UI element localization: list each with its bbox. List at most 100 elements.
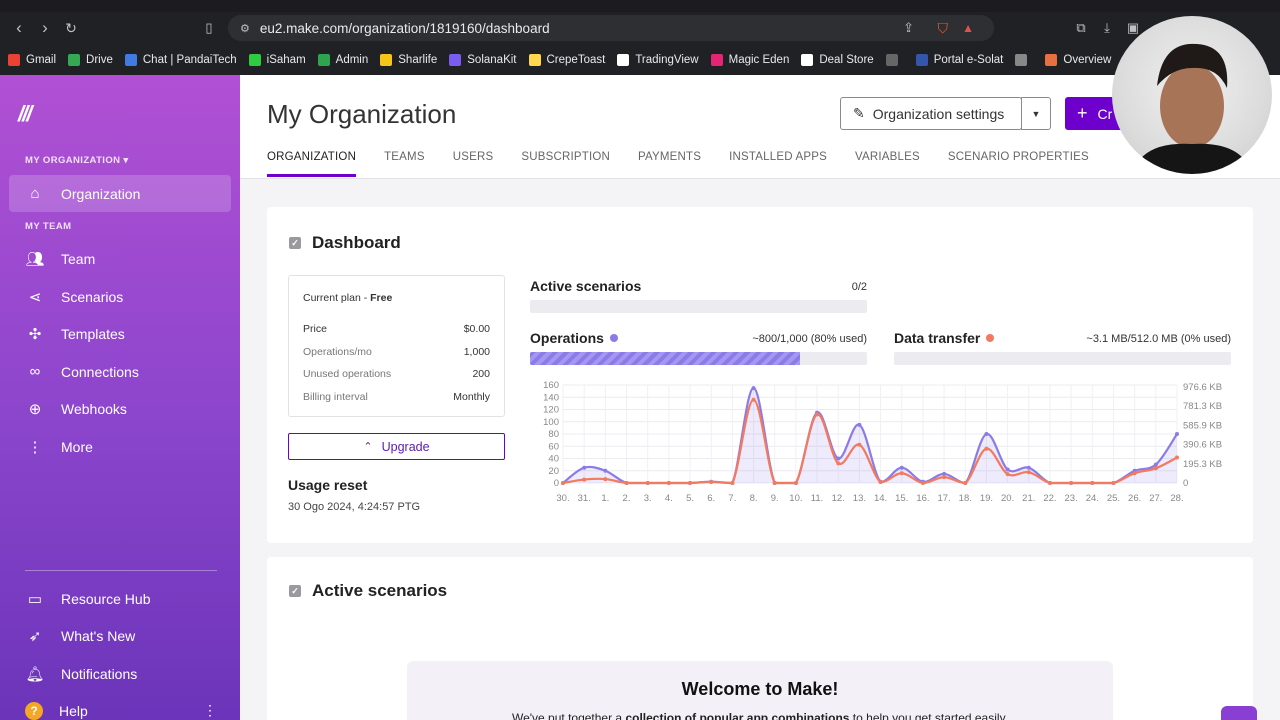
collapse-icon[interactable]: ✓ <box>289 585 301 597</box>
y2-tick-label: 585.9 KB <box>1183 420 1222 431</box>
share-icon[interactable]: ⇪ <box>903 20 914 36</box>
y2-tick-label: 0 <box>1183 478 1188 489</box>
tab-installed-apps[interactable]: INSTALLED APPS <box>729 151 827 179</box>
tab-scenario-properties[interactable]: SCENARIO PROPERTIES <box>948 151 1089 179</box>
bookmark-item[interactable]: Admin <box>317 53 368 66</box>
sidebar-item-webhooks[interactable]: ⊕ Webhooks <box>9 390 231 427</box>
x-tick-label: 10. <box>789 493 802 504</box>
bookmark-item[interactable]: Gmail <box>8 53 56 66</box>
sidebar: /// MY ORGANIZATION ▾ ⌂ Organization MY … <box>0 75 240 720</box>
bookmark-item[interactable]: Sharlife <box>380 53 437 66</box>
bookmark-favicon-icon <box>380 53 393 66</box>
plan-row-operations: Operations/mo 1,000 <box>303 341 490 364</box>
x-tick-label: 3. <box>644 493 652 504</box>
welcome-text-pre: We've put together a <box>511 711 626 720</box>
data-transfer-point <box>963 481 968 485</box>
data-transfer-point <box>709 480 714 485</box>
extensions-icon[interactable]: ⧉ <box>1068 15 1094 41</box>
y-tick-label: 140 <box>543 392 559 403</box>
link-icon: ∞ <box>29 363 41 380</box>
tab-users[interactable]: USERS <box>453 151 494 179</box>
bookmark-item[interactable]: Portal e-Solat <box>915 53 1003 66</box>
globe-icon: ⊕ <box>28 400 42 418</box>
bookmark-favicon-icon <box>885 53 898 66</box>
plan-row-price: Price $0.00 <box>303 318 490 341</box>
brave-shield-icon[interactable]: ⛉ <box>938 20 949 37</box>
brave-rewards-icon[interactable]: ▲ <box>962 21 974 35</box>
browser-toolbar: ‹ › ↻ ▯ ⚙ eu2.make.com/organization/1819… <box>0 12 1280 44</box>
plan-row-value: 1,000 <box>463 345 490 358</box>
data-transfer-point <box>1153 466 1158 471</box>
bookmark-item[interactable]: Overview <box>1045 53 1111 66</box>
y2-tick-label: 390.6 KB <box>1183 440 1222 451</box>
bookmark-label: iSaham <box>266 53 306 66</box>
data-transfer-point <box>920 481 925 485</box>
welcome-text-post: to help you get started easily. <box>849 711 1009 720</box>
dashboard-title[interactable]: ✓ Dashboard <box>289 233 401 253</box>
make-logo[interactable]: /// <box>18 101 32 127</box>
bookmark-favicon-icon <box>449 53 462 66</box>
plan-summary: Current plan - Free Price $0.00 Operatio… <box>288 275 505 417</box>
collapse-icon[interactable]: ✓ <box>289 237 301 249</box>
bookmark-favicon-icon <box>1015 53 1028 66</box>
operations-point <box>984 432 989 436</box>
help-menu-icon[interactable]: ⋮ <box>203 702 217 719</box>
bookmark-item[interactable]: CrepeToast <box>528 53 605 66</box>
bookmark-item[interactable] <box>885 53 904 66</box>
sidebar-item-scenarios[interactable]: ⋖ Scenarios <box>9 278 231 315</box>
more-vertical-icon: ⋮ <box>27 438 43 456</box>
organization-settings-button[interactable]: ✎ Organization settings <box>840 97 1022 130</box>
sidebar-item-more[interactable]: ⋮ More <box>9 428 231 465</box>
bookmark-item[interactable]: Drive <box>68 53 113 66</box>
bookmark-favicon-icon <box>617 53 630 66</box>
bookmark-item[interactable] <box>1015 53 1033 66</box>
presenter-image <box>1132 43 1252 174</box>
x-tick-label: 30. <box>556 493 569 504</box>
settings-dropdown-button[interactable]: ▼ <box>1021 97 1051 130</box>
tab-subscription[interactable]: SUBSCRIPTION <box>521 151 610 179</box>
sidebar-item-notifications[interactable]: 🔔︎ Notifications <box>9 655 231 692</box>
sidebar-item-connections[interactable]: ∞ Connections <box>9 353 231 390</box>
bookmark-item[interactable]: Deal Store <box>801 53 874 66</box>
chevron-up-icon: ⌃ <box>363 441 373 453</box>
sidebar-item-whats-new[interactable]: ➶ What's New <box>9 617 231 654</box>
bookmark-icon[interactable]: ▯ <box>196 15 222 41</box>
data-transfer-point <box>1090 481 1095 485</box>
welcome-text-link[interactable]: collection of popular app combinations <box>625 711 849 720</box>
active-scenarios-section-title[interactable]: ✓ Active scenarios <box>289 581 447 601</box>
address-bar[interactable]: ⚙ eu2.make.com/organization/1819160/dash… <box>228 15 994 41</box>
x-tick-label: 19. <box>980 493 993 504</box>
sidebar-item-help[interactable]: ? Help ⋮ <box>9 692 231 720</box>
sidebar-item-organization[interactable]: ⌂ Organization <box>9 175 231 212</box>
sidebar-item-team[interactable]: 👥︎ Team <box>9 240 231 277</box>
sidebar-item-templates[interactable]: ✣ Templates <box>9 315 231 352</box>
forward-icon[interactable]: › <box>32 15 58 41</box>
plus-icon: + <box>1077 103 1088 123</box>
tab-organization[interactable]: ORGANIZATION <box>267 151 357 179</box>
sidebar-item-resource-hub[interactable]: ▭ Resource Hub <box>9 580 231 617</box>
x-tick-label: 8. <box>750 493 758 504</box>
tab-teams[interactable]: TEAMS <box>384 151 425 179</box>
bookmark-item[interactable]: iSaham <box>248 53 306 66</box>
download-icon[interactable]: ⤓ <box>1094 15 1120 41</box>
x-tick-label: 4. <box>665 493 673 504</box>
data-transfer-legend-dot <box>986 334 995 342</box>
tab-payments[interactable]: PAYMENTS <box>638 151 701 179</box>
bookmark-item[interactable]: SolanaKit <box>449 53 517 66</box>
bookmark-item[interactable]: TradingView <box>617 53 699 66</box>
x-tick-label: 17. <box>937 493 950 504</box>
tab-variables[interactable]: VARIABLES <box>855 151 920 179</box>
reload-icon[interactable]: ↻ <box>58 15 84 41</box>
org-section-label[interactable]: MY ORGANIZATION ▾ <box>25 155 129 166</box>
back-icon[interactable]: ‹ <box>6 15 32 41</box>
upgrade-button[interactable]: ⌃ Upgrade <box>288 433 505 460</box>
bookmark-item[interactable]: Magic Eden <box>710 53 789 66</box>
chat-help-button[interactable] <box>1221 706 1257 720</box>
active-scenarios-title-text: Active scenarios <box>312 581 448 600</box>
team-section-label: MY TEAM <box>25 221 72 232</box>
current-plan-label: Current plan - <box>303 292 371 304</box>
site-settings-icon[interactable]: ⚙ <box>240 22 250 35</box>
bookmark-item[interactable]: Chat | PandaiTech <box>124 53 237 66</box>
data-transfer-point <box>1132 471 1137 476</box>
data-transfer-point <box>624 481 629 485</box>
